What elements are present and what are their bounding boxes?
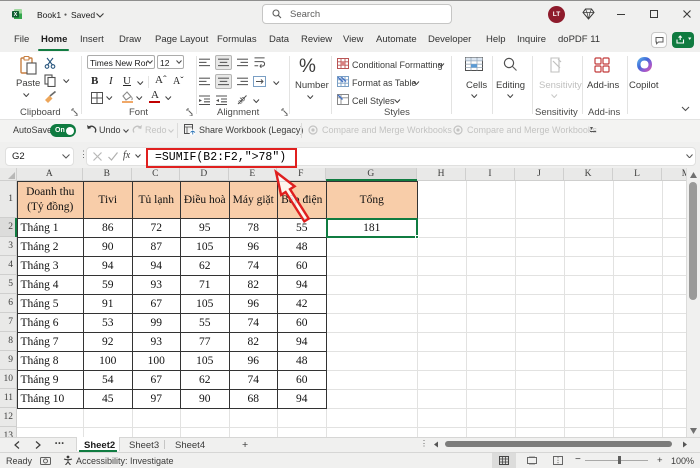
svg-text:X: X	[14, 12, 18, 18]
